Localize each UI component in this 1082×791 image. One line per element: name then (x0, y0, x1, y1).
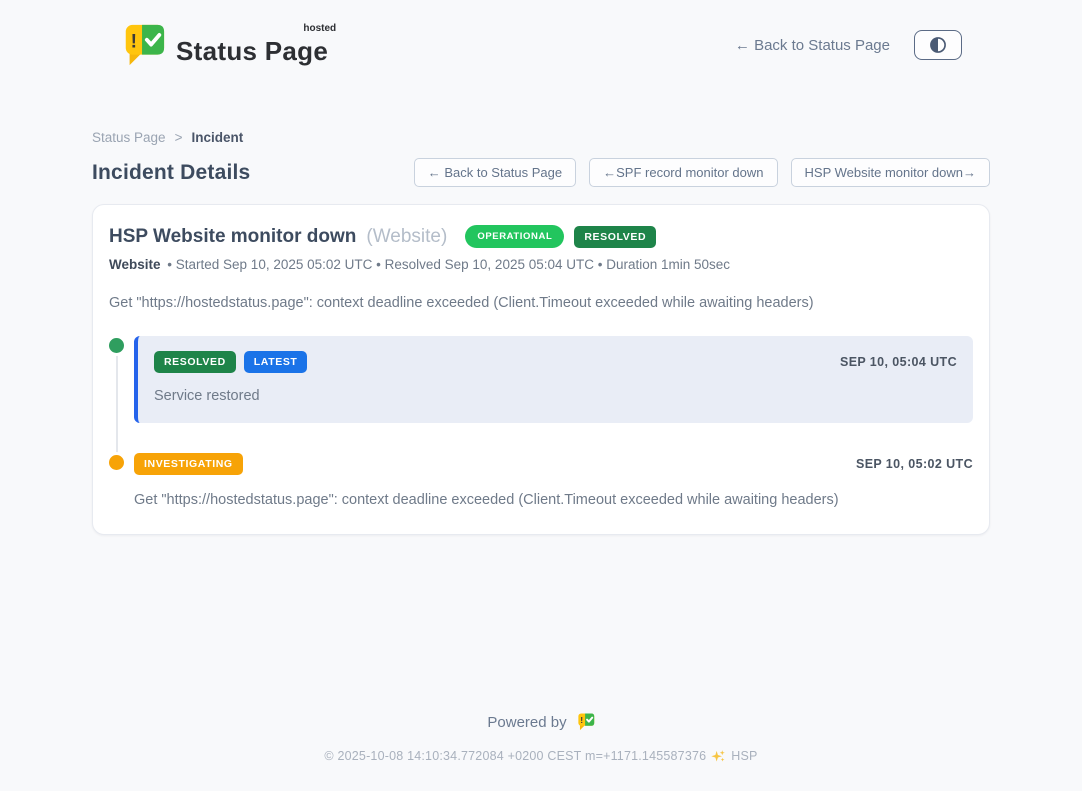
timeline-timestamp: SEP 10, 05:04 UTC (840, 355, 957, 369)
next-incident-button[interactable]: HSP Website monitor down→ (791, 158, 990, 187)
svg-text:!: ! (131, 31, 137, 52)
main-content: Status Page > Incident Incident Details … (92, 130, 990, 535)
incident-card: HSP Website monitor down (Website) OPERA… (92, 204, 990, 535)
breadcrumb-status-page[interactable]: Status Page (92, 130, 166, 145)
half-circle-icon (928, 35, 948, 55)
timeline-connector-line (116, 353, 118, 457)
breadcrumb-separator-icon: > (175, 130, 183, 145)
incident-timeline: RESOLVED LATEST SEP 10, 05:04 UTC Servic… (109, 336, 973, 508)
breadcrumb-current: Incident (191, 130, 243, 145)
timeline-dot-investigating (109, 455, 124, 470)
timeline-latest-panel: RESOLVED LATEST SEP 10, 05:04 UTC Servic… (134, 336, 973, 423)
latest-badge: LATEST (244, 351, 308, 373)
statuspage-logo-icon: ! (120, 24, 166, 67)
app-logo[interactable]: ! Status Page hosted (120, 24, 328, 67)
timeline-item: RESOLVED LATEST SEP 10, 05:04 UTC Servic… (109, 336, 973, 423)
copyright-text: © 2025-10-08 14:10:34.772084 +0200 CEST … (324, 749, 706, 763)
incident-component: (Website) (366, 226, 447, 248)
copyright-brand: HSP (731, 749, 757, 763)
timeline-timestamp: SEP 10, 05:02 UTC (856, 457, 973, 471)
incident-nav-buttons: ← Back to Status Page ←SPF record monito… (414, 158, 990, 187)
top-header: ! Status Page hosted ← Back to Status Pa… (0, 0, 1082, 74)
timeline-item: INVESTIGATING SEP 10, 05:02 UTC Get "htt… (109, 453, 973, 508)
investigating-badge: INVESTIGATING (134, 453, 243, 475)
back-to-status-page-link[interactable]: ← Back to Status Page (735, 37, 890, 54)
timeline-message: Get "https://hostedstatus.page": context… (134, 492, 973, 508)
brand-superscript: hosted (303, 23, 336, 34)
svg-text:!: ! (580, 715, 583, 725)
powered-by-label: Powered by (487, 714, 566, 731)
sparkles-icon (711, 749, 726, 764)
incident-description: Get "https://hostedstatus.page": context… (109, 295, 973, 311)
brand-name: Status Page (176, 36, 328, 66)
incident-meta-component: Website (109, 257, 161, 272)
statuspage-logo-icon: ! (576, 713, 595, 731)
resolved-status-badge: RESOLVED (574, 226, 656, 248)
operational-status-badge: OPERATIONAL (465, 225, 564, 248)
incident-title: HSP Website monitor down (109, 226, 356, 248)
page-title: Incident Details (92, 161, 250, 185)
powered-by-link[interactable]: Powered by ! (487, 713, 594, 731)
theme-toggle-button[interactable] (914, 30, 962, 60)
prev-incident-button[interactable]: ←SPF record monitor down (589, 158, 777, 187)
resolved-badge: RESOLVED (154, 351, 236, 373)
back-to-status-page-button[interactable]: ← Back to Status Page (414, 158, 576, 187)
incident-meta: Website • Started Sep 10, 2025 05:02 UTC… (109, 257, 973, 272)
copyright-line: © 2025-10-08 14:10:34.772084 +0200 CEST … (0, 749, 1082, 764)
incident-meta-details: • Started Sep 10, 2025 05:02 UTC • Resol… (167, 257, 730, 272)
timeline-message: Service restored (154, 388, 957, 404)
page-footer: Powered by ! © 2025-10-08 14:10:34.77208… (0, 713, 1082, 791)
breadcrumb: Status Page > Incident (92, 130, 990, 145)
timeline-dot-resolved (109, 338, 124, 353)
